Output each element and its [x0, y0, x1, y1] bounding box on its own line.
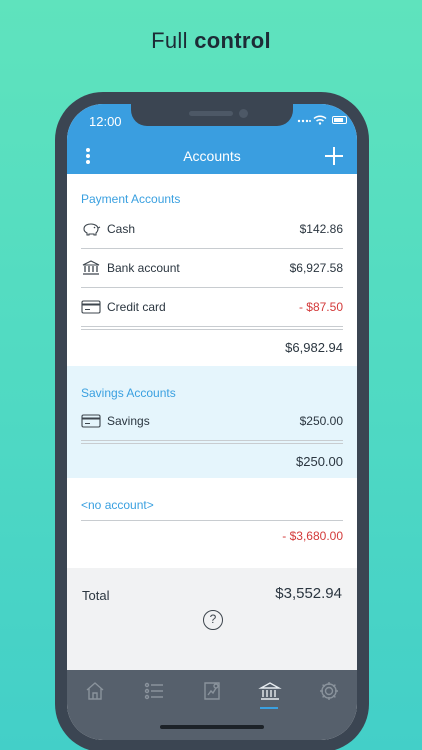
status-time: 12:00 — [89, 114, 122, 129]
account-row[interactable]: Bank account $6,927.58 — [81, 249, 343, 288]
total-panel: Total $3,552.94 ? — [67, 568, 357, 670]
bank-icon — [258, 682, 282, 700]
phone-notch — [131, 104, 293, 126]
savings-subtotal: $250.00 — [296, 454, 343, 469]
account-amount: $6,927.58 — [289, 261, 343, 275]
help-icon[interactable]: ? — [203, 610, 223, 630]
no-account-amount: - $3,680.00 — [282, 529, 343, 543]
headline-bold: control — [194, 28, 271, 53]
tab-transactions[interactable] — [139, 676, 169, 706]
active-tab-indicator — [260, 707, 278, 709]
tab-reports[interactable] — [197, 676, 227, 706]
add-account-button[interactable] — [323, 145, 345, 167]
account-amount: $142.86 — [299, 222, 343, 236]
account-name: Credit card — [107, 300, 166, 314]
phone-screen: 12:00 Accounts Payment Accounts Cash $142… — [67, 104, 357, 740]
headline-normal: Full — [151, 28, 195, 53]
headline: Full control — [0, 28, 422, 54]
list-icon — [144, 682, 163, 700]
section-title: Savings Accounts — [81, 386, 176, 400]
report-icon — [204, 682, 220, 700]
tab-settings[interactable] — [314, 676, 344, 706]
credit-card-icon — [81, 413, 101, 429]
home-indicator — [160, 725, 264, 729]
account-name: Bank account — [107, 261, 180, 275]
home-icon — [86, 682, 104, 700]
bank-icon — [81, 260, 101, 276]
wifi-icon — [313, 115, 327, 125]
payment-accounts-section: Payment Accounts Cash $142.86 Bank account… — [67, 174, 357, 364]
signal-icon — [297, 119, 311, 123]
total-value: $3,552.94 — [275, 585, 342, 602]
battery-icon — [332, 116, 347, 124]
account-row[interactable]: Credit card - $87.50 — [81, 288, 343, 327]
savings-accounts-section: Savings Accounts Savings $250.00 $250.00 — [67, 366, 357, 478]
nav-bar: Accounts — [67, 142, 357, 174]
credit-card-icon — [81, 299, 101, 315]
page-title: Accounts — [183, 148, 241, 164]
account-name: Savings — [107, 414, 150, 428]
account-amount: $250.00 — [299, 414, 343, 428]
tab-bar — [67, 670, 357, 740]
account-amount: - $87.50 — [298, 300, 343, 314]
account-row[interactable]: Savings $250.00 — [81, 402, 343, 441]
piggy-bank-icon — [81, 221, 101, 237]
gear-icon — [320, 682, 338, 700]
no-account-section[interactable]: <no account> - $3,680.00 — [67, 478, 357, 563]
section-title: <no account> — [81, 498, 154, 512]
account-name: Cash — [107, 222, 136, 236]
payment-subtotal: $6,982.94 — [285, 340, 343, 355]
tab-home[interactable] — [80, 676, 110, 706]
section-title: Payment Accounts — [81, 192, 181, 206]
total-label: Total — [82, 588, 110, 603]
account-row[interactable]: Cash $142.86 — [81, 210, 343, 249]
tab-accounts[interactable] — [255, 676, 285, 706]
